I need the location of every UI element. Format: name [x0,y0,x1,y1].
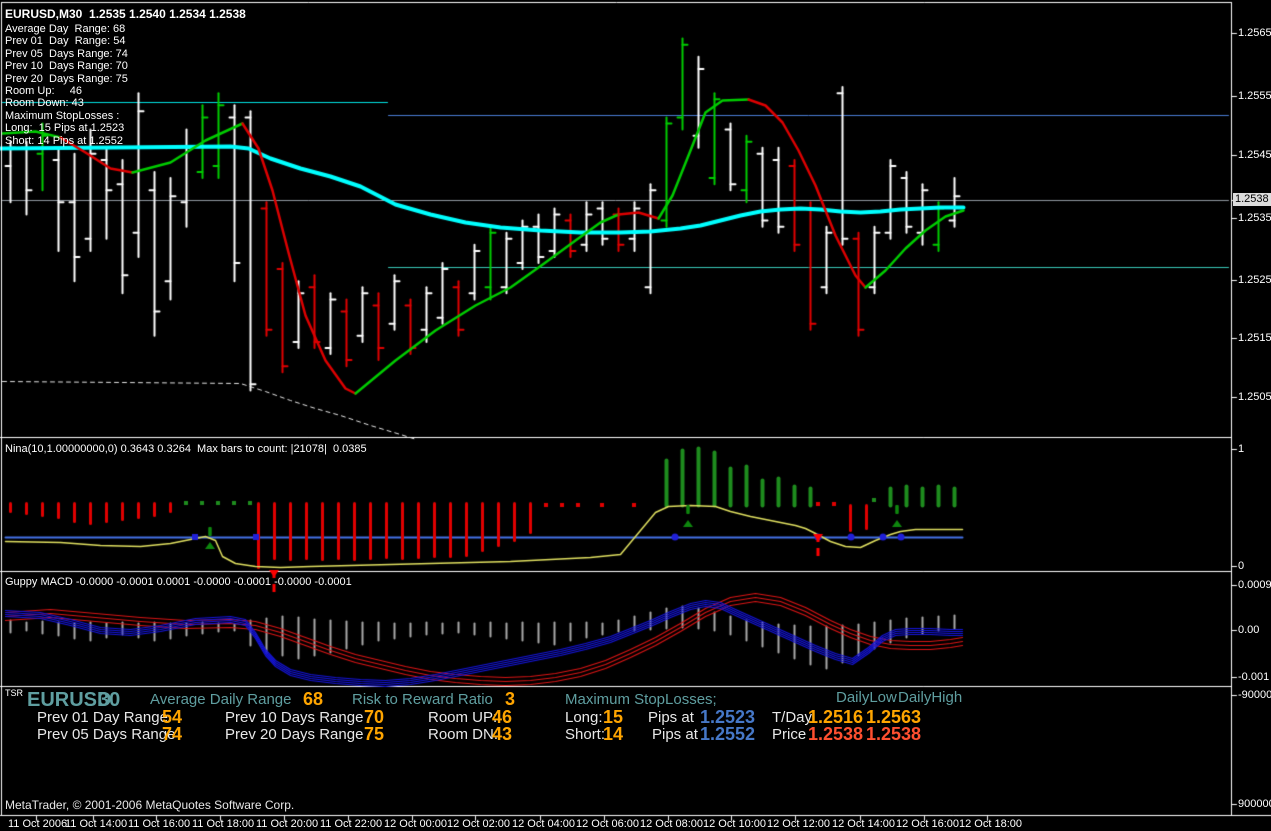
time-axis-label: 12 Oct 14:00 [832,818,895,830]
copyright-text: MetaTrader, © 2001-2006 MetaQuotes Softw… [5,799,294,812]
tsr-corner-label: TSR [5,689,23,699]
time-axis-label: 12 Oct 12:00 [767,818,830,830]
current-price-badge: 1.2538 [1233,193,1271,206]
price-axis-label: 1.2565 [1238,27,1271,39]
price-axis-label: 1.2535 [1238,212,1271,224]
time-axis-label: 11 Oct 14:00 [65,818,127,830]
chart-title-ohlc: EURUSD,M30 1.2535 1.2540 1.2534 1.2538 [5,8,246,21]
info-line: Short: 14 Pips at 1.2552 [5,135,123,147]
panel-divider-nina-guppy[interactable] [0,570,1271,573]
tsr-short-pips-label: Pips at [652,727,698,744]
tsr-dailylow-label: DailyLow [836,690,897,707]
tsr-timeframe: 30 [98,689,120,711]
tsr-axis-label: -9000000 [1238,689,1271,701]
info-line: Maximum StopLosses : [5,110,119,122]
price-axis-label: 1.2555 [1238,90,1271,102]
tsr-adr-value: 68 [303,690,323,710]
price-axis-label: 1.2505 [1238,391,1271,403]
tsr-long-label: Long: [565,710,603,727]
tsr-roomdn-value: 43 [492,725,512,745]
time-axis-label: 11 Oct 16:00 [128,818,190,830]
info-line: Long: 15 Pips at 1.2523 [5,122,124,134]
tsr-roomup-label: Room UP: [428,710,497,727]
time-axis-label: 12 Oct 10:00 [703,818,766,830]
tsr-short-value: 14 [603,725,623,745]
tsr-price-high: 1.2538 [866,725,921,745]
info-line: Room Up: 46 [5,85,82,97]
tsr-prev20-value: 75 [364,725,384,745]
nina-axis-label: 1 [1238,443,1244,455]
tsr-prev05-value: 74 [162,725,182,745]
tsr-prev10-label: Prev 10 Days Range [225,710,363,727]
main-chart-panel[interactable] [0,0,1231,437]
panel-divider-main-nina[interactable] [0,436,1271,439]
time-axis-label: 11 Oct 2006 [8,818,67,830]
time-axis-label: 12 Oct 06:00 [576,818,639,830]
nina-axis-label: 0 [1238,560,1244,572]
tsr-tday-label: T/Day [772,710,812,727]
time-axis-label: 12 Oct 04:00 [512,818,575,830]
time-axis-label: 11 Oct 20:00 [256,818,318,830]
info-line: Prev 05 Days Range: 74 [5,48,128,60]
tsr-axis-label: 90000000 [1238,798,1271,810]
tsr-maxsl-label: Maximum StopLosses; [565,692,717,709]
tsr-short-price: 1.2552 [700,725,755,745]
guppy-axis-label: -0.001 [1238,671,1269,683]
info-line: Average Day Range: 68 [5,23,125,35]
tsr-prev05-label: Prev 05 Days Range [37,727,175,744]
price-axis-label: 1.2525 [1238,274,1271,286]
guppy-axis-label: 0.0009 [1238,579,1271,591]
tsr-prev01-label: Prev 01 Day Range [37,710,168,727]
time-axis-label: 12 Oct 16:00 [896,818,959,830]
info-line: Prev 01 Day Range: 54 [5,35,125,47]
tsr-roomdn-label: Room DN: [428,727,498,744]
info-line: Prev 20 Days Range: 75 [5,73,128,85]
info-line: Prev 10 Days Range: 70 [5,60,128,72]
tsr-short-label: Short: [565,727,605,744]
info-line: Room Down: 43 [5,97,84,109]
nina-indicator-label: Nina(10,1.00000000,0) 0.3643 0.3264 Max … [5,443,367,455]
tsr-long-pips-label: Pips at [648,710,694,727]
time-axis-label: 12 Oct 18:00 [959,818,1022,830]
nina-indicator-panel[interactable] [0,440,1231,571]
time-axis-label: 12 Oct 08:00 [640,818,703,830]
guppy-macd-panel[interactable] [0,574,1231,686]
price-axis-label: 1.2515 [1238,332,1271,344]
mt4-chart-window: EURUSD,M30 1.2535 1.2540 1.2534 1.2538 A… [0,0,1271,831]
panel-divider-guppy-tsr[interactable] [0,685,1271,688]
tsr-price-low: 1.2538 [808,725,863,745]
time-axis-label: 12 Oct 00:00 [384,818,447,830]
time-axis-label: 11 Oct 22:00 [320,818,382,830]
tsr-price-label: Price [772,727,806,744]
price-axis-label: 1.2545 [1238,149,1271,161]
guppy-axis-label: 0.00 [1238,624,1259,636]
guppy-indicator-label: Guppy MACD -0.0000 -0.0001 0.0001 -0.000… [5,576,352,588]
time-axis-label: 12 Oct 02:00 [447,818,510,830]
time-axis-label: 11 Oct 18:00 [192,818,254,830]
tsr-dailyhigh-label: DailyHigh [898,690,962,707]
tsr-prev20-label: Prev 20 Days Range [225,727,363,744]
